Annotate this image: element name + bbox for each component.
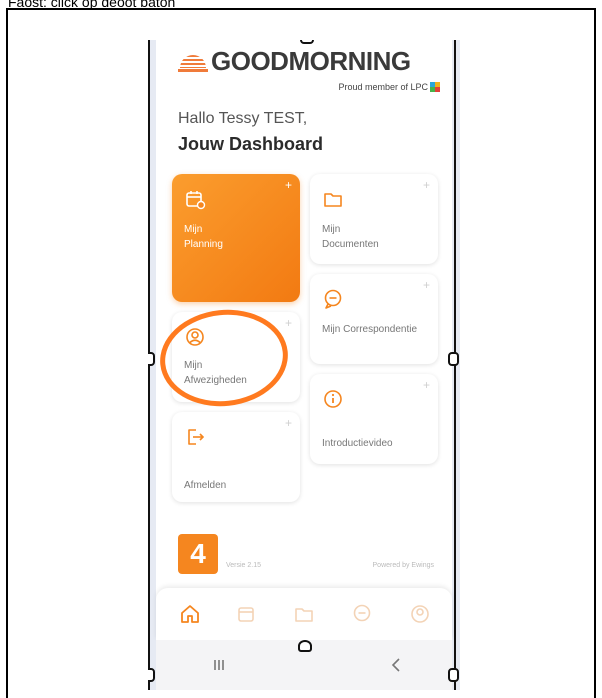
page-title: Jouw Dashboard [178,134,324,154]
info-icon [324,390,342,408]
resize-handle[interactable] [300,40,314,44]
plus-icon: + [422,178,430,192]
tile-mijn-planning[interactable]: + Mijn Planning [172,174,300,302]
tile-afmelden[interactable]: + Afmelden [172,412,300,502]
plus-icon: + [284,178,292,192]
chat-icon [324,289,342,309]
tile-label: Afmelden [184,480,227,491]
plus-icon: + [284,416,292,430]
member-tagline: Proud member of LPC [338,82,440,92]
user-icon[interactable] [408,602,432,626]
powered-by-text: Powered by Ewings [372,562,434,569]
bottom-nav [156,588,452,640]
resize-handle[interactable] [148,352,155,366]
resize-handle[interactable] [148,668,155,682]
calendar-icon [186,191,206,210]
lpc-logo-icon [430,82,440,92]
calendar-icon[interactable] [234,602,258,626]
menu-icon[interactable] [210,656,228,674]
chat-icon[interactable] [350,602,374,626]
resize-handle[interactable] [448,668,459,682]
tile-label: Introductievideo [322,438,393,449]
version-badge: 4 [178,534,218,574]
resize-handle[interactable] [448,352,459,366]
greeting: Hallo Tessy TEST, [178,110,308,127]
folder-icon [324,193,342,207]
tile-mijn-documenten[interactable]: + Mijn Documenten [310,174,438,264]
member-text: Proud member of LPC [338,82,428,92]
logo: GOODMORNING [178,44,411,78]
logout-icon [188,429,205,445]
resize-handle[interactable] [298,640,312,652]
tile-introductievideo[interactable]: + Introductievideo [310,374,438,464]
sun-logo-icon [178,55,208,72]
folder-icon[interactable] [292,602,316,626]
plus-icon: + [284,316,292,330]
back-icon[interactable] [388,656,406,674]
tile-label: Mijn Correspondentie [322,324,418,335]
plus-icon: + [422,378,430,392]
version-text: Versie 2.15 [226,562,262,569]
tile-mijn-correspondentie[interactable]: + Mijn Correspondentie [310,274,438,364]
plus-icon: + [422,278,430,292]
home-icon[interactable] [178,602,202,626]
brand-name: GOODMORNING [211,45,411,76]
tile-label: Mijn Planning [184,224,223,250]
tile-label: Mijn Documenten [322,224,379,250]
